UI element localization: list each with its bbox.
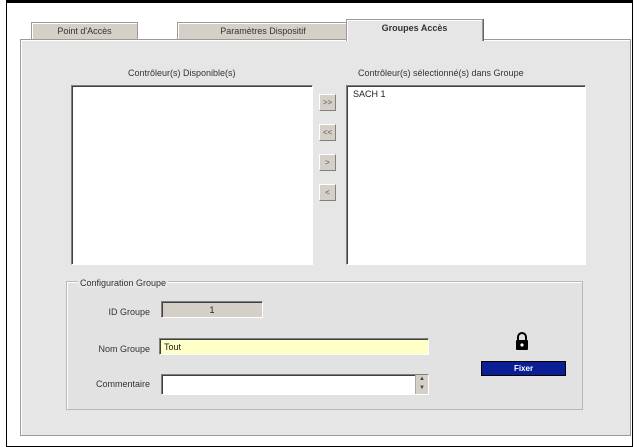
- available-list-label: Contrôleur(s) Disponible(s): [128, 68, 236, 78]
- left-border: [0, 0, 7, 447]
- group-name-label: Nom Groupe: [98, 344, 150, 354]
- comment-field[interactable]: [161, 374, 429, 395]
- scroll-down-icon[interactable]: ▼: [416, 384, 428, 393]
- available-controllers-list[interactable]: [71, 85, 313, 265]
- scroll-up-icon[interactable]: ▲: [416, 375, 428, 384]
- group-config-title: Configuration Groupe: [78, 278, 169, 288]
- list-item[interactable]: SACH 1: [347, 86, 585, 99]
- comment-scrollbar[interactable]: ▲ ▼: [415, 375, 428, 394]
- lock-icon: [516, 332, 528, 350]
- tab-parametres-dispositif[interactable]: Paramètres Dispositif: [177, 22, 349, 40]
- add-all-button[interactable]: >>: [319, 94, 336, 111]
- top-border: [0, 0, 639, 3]
- right-border: [632, 0, 639, 447]
- selected-controllers-list[interactable]: SACH 1: [346, 85, 586, 265]
- add-one-button[interactable]: >: [319, 154, 336, 171]
- group-name-field[interactable]: Tout: [159, 338, 429, 355]
- tab-strip: Point d'Accès Paramètres Dispositif Grou…: [20, 19, 630, 41]
- fix-button[interactable]: Fixer: [481, 361, 566, 376]
- group-id-field: 1: [161, 301, 263, 318]
- comment-label: Commentaire: [95, 379, 150, 389]
- remove-all-button[interactable]: <<: [319, 124, 336, 141]
- tab-groupes-acces[interactable]: Groupes Accès: [346, 19, 483, 41]
- group-id-label: ID Groupe: [108, 307, 150, 317]
- selected-list-label: Contrôleur(s) sélectionné(s) dans Groupe: [358, 68, 524, 78]
- tab-point-acces[interactable]: Point d'Accès: [31, 22, 138, 40]
- remove-one-button[interactable]: <: [319, 184, 336, 201]
